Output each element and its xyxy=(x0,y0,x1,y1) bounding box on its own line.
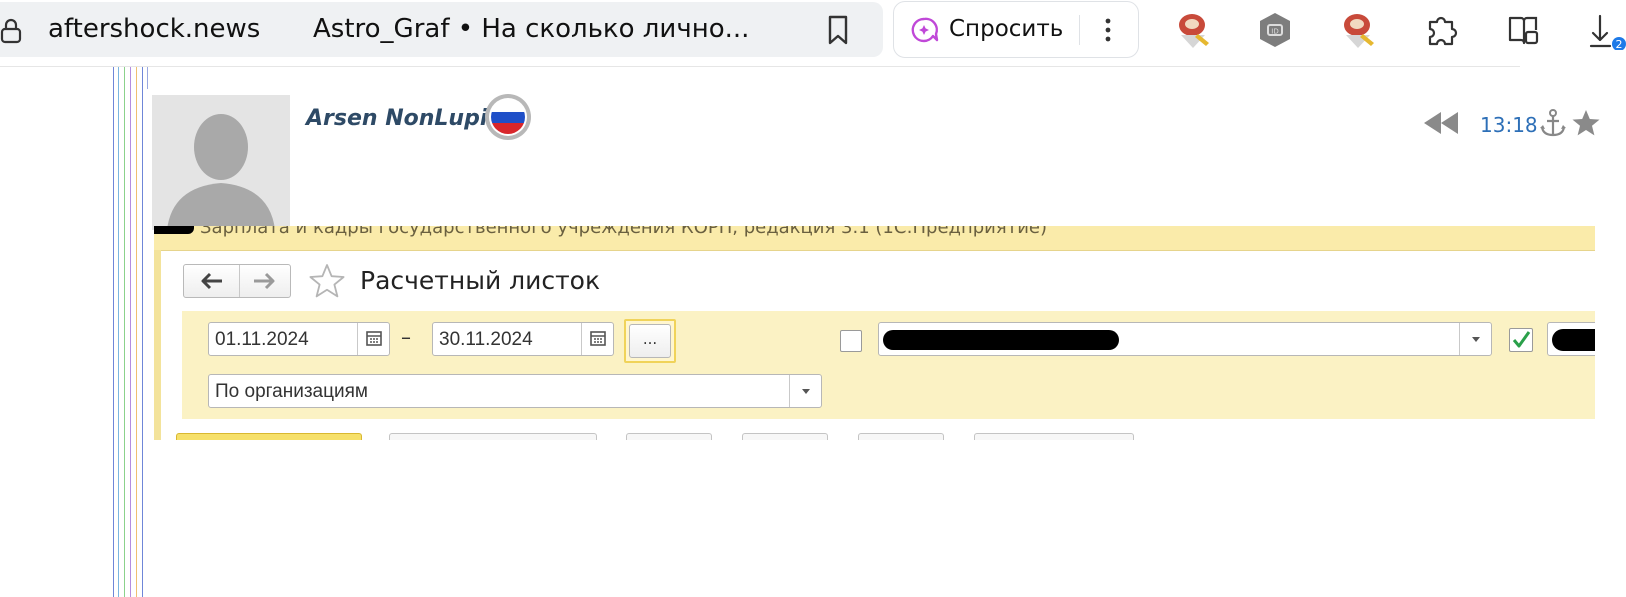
date-to-field[interactable]: 30.11.2024 xyxy=(432,322,614,356)
address-domain[interactable]: aftershock.news xyxy=(48,14,260,44)
post-author[interactable]: Arsen NonLupin xyxy=(306,106,503,131)
lock-icon[interactable] xyxy=(0,18,22,44)
option-checkbox[interactable] xyxy=(1509,328,1533,352)
divider xyxy=(239,265,240,297)
redaction xyxy=(1552,329,1595,351)
command-button[interactable] xyxy=(626,433,712,440)
grouping-select[interactable]: По организациям xyxy=(208,374,822,408)
ask-label: Спросить xyxy=(949,16,1064,42)
extensions-puzzle-icon[interactable] xyxy=(1421,10,1461,50)
grouping-value: По организациям xyxy=(215,381,368,402)
generate-button[interactable] xyxy=(176,433,362,440)
toolbar-divider xyxy=(0,66,1520,67)
redaction xyxy=(154,226,194,234)
command-button[interactable] xyxy=(389,433,597,440)
favorite-star-icon[interactable] xyxy=(308,262,346,300)
calendar-icon[interactable] xyxy=(357,323,390,355)
thread-line xyxy=(113,67,114,597)
thread-line xyxy=(136,67,137,597)
date-to-value: 30.11.2024 xyxy=(439,329,533,350)
svg-text:ID: ID xyxy=(1271,28,1278,36)
command-button[interactable] xyxy=(858,433,944,440)
avatar-silhouette-icon xyxy=(152,95,290,230)
date-from-field[interactable]: 01.11.2024 xyxy=(208,322,390,356)
calendar-icon[interactable] xyxy=(581,323,614,355)
thread-line xyxy=(142,67,143,597)
extension-stamp-icon[interactable] xyxy=(1173,10,1213,50)
download-count-badge: 2 xyxy=(1616,38,1623,50)
thread-line xyxy=(124,67,125,597)
thread-line xyxy=(118,67,119,597)
page-title[interactable]: Astro_Graf • На сколько лично... xyxy=(313,14,749,44)
app-title: Зарплата и кадры государственного учрежд… xyxy=(200,226,1047,238)
ask-ai-button[interactable]: Спросить xyxy=(893,1,1139,58)
more-vert-icon[interactable] xyxy=(1098,14,1118,46)
embedded-screenshot[interactable]: Зарплата и кадры государственного учрежд… xyxy=(154,226,1595,440)
divider xyxy=(1079,15,1080,45)
extension-stamp-icon[interactable] xyxy=(1338,10,1378,50)
bookmark-icon[interactable] xyxy=(823,14,853,46)
chevron-down-icon[interactable] xyxy=(789,375,822,407)
arrow-right-icon[interactable] xyxy=(250,271,278,291)
employee-field[interactable] xyxy=(878,322,1492,356)
redaction xyxy=(883,330,1119,350)
command-button[interactable] xyxy=(974,433,1134,440)
history-nav xyxy=(183,264,291,298)
anchor-icon[interactable] xyxy=(1538,108,1568,138)
date-from-value: 01.11.2024 xyxy=(215,329,309,350)
reading-mode-icon[interactable] xyxy=(1503,10,1543,50)
star-icon[interactable] xyxy=(1571,108,1601,138)
period-select-button[interactable]: ... xyxy=(624,319,676,363)
reply-icon[interactable] xyxy=(1422,110,1462,136)
russia-flag-icon xyxy=(485,94,531,140)
period-select-label: ... xyxy=(629,324,671,358)
panel-edge xyxy=(154,250,161,440)
form-title: Расчетный листок xyxy=(360,266,601,295)
arrow-left-icon[interactable] xyxy=(198,271,226,291)
browser-toolbar: aftershock.news Astro_Graf • На сколько … xyxy=(0,0,1626,62)
avatar[interactable] xyxy=(152,95,290,230)
command-button[interactable] xyxy=(742,433,828,440)
date-separator: – xyxy=(401,325,411,349)
employee-filter-checkbox[interactable] xyxy=(840,330,862,352)
post-time[interactable]: 13:18 xyxy=(1480,113,1538,137)
thread-line xyxy=(147,67,148,89)
ai-ask-icon xyxy=(911,17,939,43)
checkmark-icon xyxy=(1512,331,1531,348)
filter-panel: 01.11.2024 – 30.11.2024 ... По организац… xyxy=(182,311,1595,419)
organization-field[interactable] xyxy=(1547,322,1595,356)
chevron-down-icon[interactable] xyxy=(1459,323,1492,355)
thread-line xyxy=(130,67,131,597)
download-icon[interactable]: 2 xyxy=(1586,10,1626,50)
app-title-bar: Зарплата и кадры государственного учрежд… xyxy=(154,226,1595,251)
extension-id-icon[interactable]: ID xyxy=(1255,10,1295,50)
